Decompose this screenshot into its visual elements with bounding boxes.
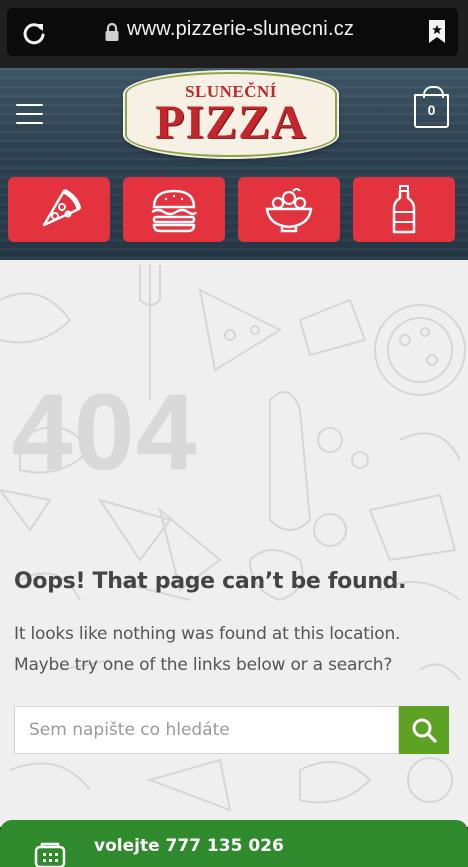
search-input[interactable] [14, 706, 399, 754]
bottle-icon [392, 184, 416, 233]
category-salad-button[interactable] [238, 177, 340, 242]
salad-bowl-icon [265, 187, 313, 232]
menu-icon[interactable] [16, 104, 43, 124]
error-code: 404 [12, 371, 199, 492]
category-pizza-button[interactable] [8, 177, 110, 242]
reload-icon[interactable] [21, 20, 47, 46]
site-header: SLUNEČNÍ PIZZA 0 [0, 68, 468, 260]
cart-button[interactable]: 0 [414, 86, 449, 128]
logo-text-main: PIZZA [155, 96, 307, 149]
bookmark-icon[interactable] [428, 19, 446, 44]
error-title: Oops! That page can’t be found. [14, 569, 407, 594]
pizza-slice-icon [42, 188, 82, 226]
call-bar[interactable]: volejte 777 135 026 [0, 820, 468, 867]
url-text[interactable]: www.pizzerie-slunecni.cz [127, 18, 354, 41]
phone-icon [34, 842, 66, 867]
lock-icon [105, 22, 119, 41]
call-phone-text[interactable]: volejte 777 135 026 [94, 836, 284, 856]
cart-count: 0 [427, 102, 436, 118]
search-icon [412, 718, 437, 743]
burger-icon [151, 189, 198, 232]
browser-chrome: www.pizzerie-slunecni.cz [0, 0, 468, 68]
category-drinks-button[interactable] [353, 177, 455, 242]
main-content: 404 Oops! That page can’t be found. It l… [0, 260, 468, 827]
address-bar[interactable]: www.pizzerie-slunecni.cz [7, 8, 458, 56]
category-burger-button[interactable] [123, 177, 225, 242]
error-message: It looks like nothing was found at this … [14, 624, 401, 675]
search-button[interactable] [399, 706, 449, 754]
site-logo[interactable]: SLUNEČNÍ PIZZA [125, 72, 337, 157]
